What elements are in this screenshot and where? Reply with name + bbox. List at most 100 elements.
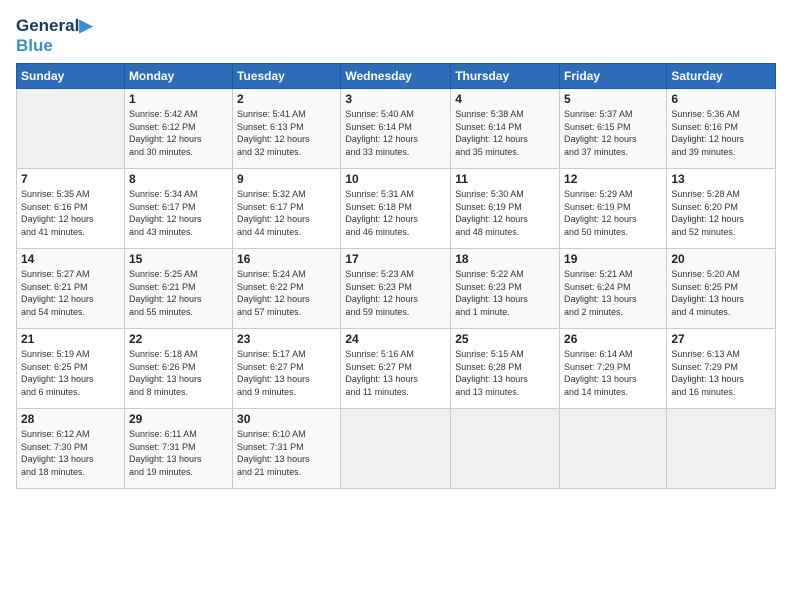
day-number: 17: [345, 252, 446, 266]
day-number: 15: [129, 252, 228, 266]
day-number: 3: [345, 92, 446, 106]
day-cell: [17, 89, 125, 169]
day-info: Sunrise: 6:14 AM Sunset: 7:29 PM Dayligh…: [564, 348, 662, 398]
day-info: Sunrise: 5:21 AM Sunset: 6:24 PM Dayligh…: [564, 268, 662, 318]
day-number: 14: [21, 252, 120, 266]
day-info: Sunrise: 5:17 AM Sunset: 6:27 PM Dayligh…: [237, 348, 336, 398]
day-info: Sunrise: 5:35 AM Sunset: 6:16 PM Dayligh…: [21, 188, 120, 238]
day-number: 21: [21, 332, 120, 346]
day-info: Sunrise: 5:40 AM Sunset: 6:14 PM Dayligh…: [345, 108, 446, 158]
day-info: Sunrise: 5:23 AM Sunset: 6:23 PM Dayligh…: [345, 268, 446, 318]
day-info: Sunrise: 5:32 AM Sunset: 6:17 PM Dayligh…: [237, 188, 336, 238]
column-header-tuesday: Tuesday: [233, 64, 341, 89]
day-info: Sunrise: 5:16 AM Sunset: 6:27 PM Dayligh…: [345, 348, 446, 398]
day-cell: [667, 409, 776, 489]
day-number: 9: [237, 172, 336, 186]
day-number: 25: [455, 332, 555, 346]
day-cell: 29 Sunrise: 6:11 AM Sunset: 7:31 PM Dayli…: [124, 409, 232, 489]
logo-line1: General▶: [16, 16, 92, 36]
day-number: 19: [564, 252, 662, 266]
day-cell: 12 Sunrise: 5:29 AM Sunset: 6:19 PM Dayli…: [560, 169, 667, 249]
day-cell: 24 Sunrise: 5:16 AM Sunset: 6:27 PM Dayli…: [341, 329, 451, 409]
day-number: 6: [671, 92, 771, 106]
day-cell: 20Sunrise: 5:20 AM Sunset: 6:25 PM Dayli…: [667, 249, 776, 329]
day-number: 1: [129, 92, 228, 106]
day-cell: 1 Sunrise: 5:42 AM Sunset: 6:12 PM Daylig…: [124, 89, 232, 169]
week-row-4: 21 Sunrise: 5:19 AM Sunset: 6:25 PM Dayli…: [17, 329, 776, 409]
day-number: 27: [671, 332, 771, 346]
day-cell: 21 Sunrise: 5:19 AM Sunset: 6:25 PM Dayli…: [17, 329, 125, 409]
day-number: 2: [237, 92, 336, 106]
day-info: Sunrise: 5:42 AM Sunset: 6:12 PM Dayligh…: [129, 108, 228, 158]
day-cell: 28 Sunrise: 6:12 AM Sunset: 7:30 PM Dayli…: [17, 409, 125, 489]
day-cell: 6 Sunrise: 5:36 AM Sunset: 6:16 PM Daylig…: [667, 89, 776, 169]
day-info: Sunrise: 5:36 AM Sunset: 6:16 PM Dayligh…: [671, 108, 771, 158]
day-info: Sunrise: 5:19 AM Sunset: 6:25 PM Dayligh…: [21, 348, 120, 398]
week-row-5: 28 Sunrise: 6:12 AM Sunset: 7:30 PM Dayli…: [17, 409, 776, 489]
day-info: Sunrise: 6:11 AM Sunset: 7:31 PM Dayligh…: [129, 428, 228, 478]
day-number: 12: [564, 172, 662, 186]
day-number: 29: [129, 412, 228, 426]
day-cell: [341, 409, 451, 489]
day-number: 5: [564, 92, 662, 106]
day-number: 13: [671, 172, 771, 186]
day-cell: 19 Sunrise: 5:21 AM Sunset: 6:24 PM Dayli…: [560, 249, 667, 329]
day-cell: 30 Sunrise: 6:10 AM Sunset: 7:31 PM Dayli…: [233, 409, 341, 489]
day-number: 30: [237, 412, 336, 426]
day-cell: 27 Sunrise: 6:13 AM Sunset: 7:29 PM Dayli…: [667, 329, 776, 409]
day-info: Sunrise: 6:12 AM Sunset: 7:30 PM Dayligh…: [21, 428, 120, 478]
day-info: Sunrise: 5:27 AM Sunset: 6:21 PM Dayligh…: [21, 268, 120, 318]
day-info: Sunrise: 6:10 AM Sunset: 7:31 PM Dayligh…: [237, 428, 336, 478]
day-info: Sunrise: 5:30 AM Sunset: 6:19 PM Dayligh…: [455, 188, 555, 238]
day-info: Sunrise: 5:22 AM Sunset: 6:23 PM Dayligh…: [455, 268, 555, 318]
day-info: Sunrise: 5:28 AM Sunset: 6:20 PM Dayligh…: [671, 188, 771, 238]
day-number: 23: [237, 332, 336, 346]
day-cell: 5 Sunrise: 5:37 AM Sunset: 6:15 PM Daylig…: [560, 89, 667, 169]
day-cell: 10Sunrise: 5:31 AM Sunset: 6:18 PM Dayli…: [341, 169, 451, 249]
day-info: Sunrise: 5:34 AM Sunset: 6:17 PM Dayligh…: [129, 188, 228, 238]
calendar-body: 1 Sunrise: 5:42 AM Sunset: 6:12 PM Daylig…: [17, 89, 776, 489]
column-header-saturday: Saturday: [667, 64, 776, 89]
day-number: 24: [345, 332, 446, 346]
day-cell: 8 Sunrise: 5:34 AM Sunset: 6:17 PM Daylig…: [124, 169, 232, 249]
day-cell: 22 Sunrise: 5:18 AM Sunset: 6:26 PM Dayli…: [124, 329, 232, 409]
day-number: 11: [455, 172, 555, 186]
day-cell: 14 Sunrise: 5:27 AM Sunset: 6:21 PM Dayli…: [17, 249, 125, 329]
column-header-monday: Monday: [124, 64, 232, 89]
column-header-thursday: Thursday: [451, 64, 560, 89]
day-number: 8: [129, 172, 228, 186]
day-number: 22: [129, 332, 228, 346]
day-info: Sunrise: 5:15 AM Sunset: 6:28 PM Dayligh…: [455, 348, 555, 398]
day-cell: [560, 409, 667, 489]
day-cell: 16 Sunrise: 5:24 AM Sunset: 6:22 PM Dayli…: [233, 249, 341, 329]
day-info: Sunrise: 5:20 AM Sunset: 6:25 PM Dayligh…: [671, 268, 771, 318]
day-cell: [451, 409, 560, 489]
day-info: Sunrise: 5:29 AM Sunset: 6:19 PM Dayligh…: [564, 188, 662, 238]
column-header-friday: Friday: [560, 64, 667, 89]
day-cell: 11 Sunrise: 5:30 AM Sunset: 6:19 PM Dayli…: [451, 169, 560, 249]
day-cell: 15 Sunrise: 5:25 AM Sunset: 6:21 PM Dayli…: [124, 249, 232, 329]
day-number: 28: [21, 412, 120, 426]
day-info: Sunrise: 6:13 AM Sunset: 7:29 PM Dayligh…: [671, 348, 771, 398]
week-row-3: 14 Sunrise: 5:27 AM Sunset: 6:21 PM Dayli…: [17, 249, 776, 329]
column-header-sunday: Sunday: [17, 64, 125, 89]
day-cell: 25 Sunrise: 5:15 AM Sunset: 6:28 PM Dayli…: [451, 329, 560, 409]
day-info: Sunrise: 5:24 AM Sunset: 6:22 PM Dayligh…: [237, 268, 336, 318]
calendar-table: SundayMondayTuesdayWednesdayThursdayFrid…: [16, 63, 776, 489]
day-cell: 26Sunrise: 6:14 AM Sunset: 7:29 PM Dayli…: [560, 329, 667, 409]
day-info: Sunrise: 5:18 AM Sunset: 6:26 PM Dayligh…: [129, 348, 228, 398]
day-cell: 7Sunrise: 5:35 AM Sunset: 6:16 PM Daylig…: [17, 169, 125, 249]
column-header-wednesday: Wednesday: [341, 64, 451, 89]
day-cell: 4 Sunrise: 5:38 AM Sunset: 6:14 PM Daylig…: [451, 89, 560, 169]
day-info: Sunrise: 5:38 AM Sunset: 6:14 PM Dayligh…: [455, 108, 555, 158]
day-cell: 2Sunrise: 5:41 AM Sunset: 6:13 PM Daylig…: [233, 89, 341, 169]
day-cell: 23 Sunrise: 5:17 AM Sunset: 6:27 PM Dayli…: [233, 329, 341, 409]
day-number: 10: [345, 172, 446, 186]
day-number: 4: [455, 92, 555, 106]
day-info: Sunrise: 5:25 AM Sunset: 6:21 PM Dayligh…: [129, 268, 228, 318]
day-info: Sunrise: 5:37 AM Sunset: 6:15 PM Dayligh…: [564, 108, 662, 158]
logo-line2: Blue: [16, 36, 92, 56]
logo: General▶ Blue: [16, 16, 92, 55]
page-header: General▶ Blue: [16, 16, 776, 55]
day-number: 16: [237, 252, 336, 266]
